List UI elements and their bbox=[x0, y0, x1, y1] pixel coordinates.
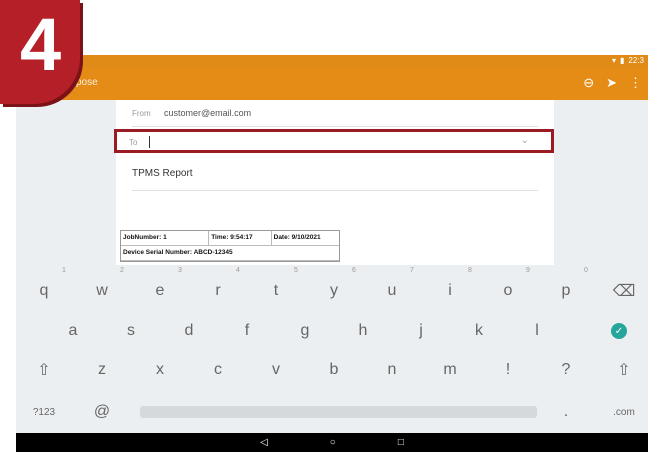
key-question[interactable]: ? bbox=[537, 349, 595, 391]
key-k[interactable]: k bbox=[450, 310, 508, 352]
to-field[interactable]: To ⌄ bbox=[114, 129, 554, 153]
home-icon[interactable]: ○ bbox=[330, 437, 336, 448]
key-d[interactable]: d bbox=[160, 310, 218, 352]
chevron-down-icon[interactable]: ⌄ bbox=[521, 135, 529, 146]
report-table: JobNumber: 1 Time: 9:54:17 Date: 9/10/20… bbox=[120, 230, 340, 262]
key-o[interactable]: o bbox=[479, 270, 537, 312]
symbols-key[interactable]: ?123 bbox=[16, 391, 73, 433]
soft-keyboard: 1 2 3 4 5 6 7 8 9 0 q w e r t y u i o p … bbox=[16, 265, 648, 433]
android-screen: ▾ ▮ 22:3 pose ⊖ ➤ ⋮ From customer@email.… bbox=[16, 55, 648, 452]
shift-right-icon[interactable]: ⇧ bbox=[595, 349, 648, 391]
back-icon[interactable]: ◁ bbox=[260, 437, 268, 448]
send-icon[interactable]: ➤ bbox=[606, 75, 617, 91]
subject-field[interactable]: TPMS Report bbox=[132, 168, 193, 179]
report-date: Date: 9/10/2021 bbox=[273, 234, 321, 241]
subject-row[interactable]: TPMS Report bbox=[132, 160, 538, 191]
battery-icon: ▮ bbox=[620, 56, 625, 65]
key-r[interactable]: r bbox=[189, 270, 247, 312]
report-time: Time: 9:54:17 bbox=[209, 231, 272, 245]
key-period[interactable]: . bbox=[537, 391, 595, 433]
from-value[interactable]: customer@email.com bbox=[164, 108, 251, 118]
key-f[interactable]: f bbox=[218, 310, 276, 352]
attach-icon[interactable]: ⊖ bbox=[583, 75, 594, 91]
device-serial: Device Serial Number: ABCD-12345 bbox=[123, 249, 233, 256]
step-badge: 4 bbox=[0, 0, 80, 104]
key-p[interactable]: p bbox=[537, 270, 595, 312]
text-cursor bbox=[149, 136, 150, 148]
space-bar[interactable] bbox=[140, 406, 537, 418]
key-x[interactable]: x bbox=[131, 349, 189, 391]
backspace-icon[interactable]: ⌫ bbox=[595, 270, 648, 312]
enter-key[interactable]: ✓ bbox=[590, 310, 648, 352]
status-bar: ▾ ▮ 22:3 bbox=[16, 55, 648, 67]
shift-left-icon[interactable]: ⇧ bbox=[16, 349, 73, 391]
key-l[interactable]: l bbox=[508, 310, 566, 352]
key-exclamation[interactable]: ! bbox=[479, 349, 537, 391]
key-y[interactable]: y bbox=[305, 270, 363, 312]
job-number: JobNumber: 1 bbox=[121, 231, 210, 245]
key-s[interactable]: s bbox=[102, 310, 160, 352]
key-c[interactable]: c bbox=[189, 349, 247, 391]
navigation-bar: ◁ ○ □ bbox=[16, 433, 648, 452]
wifi-icon: ▾ bbox=[612, 56, 617, 65]
app-bar: pose ⊖ ➤ ⋮ bbox=[16, 67, 648, 100]
from-row: From customer@email.com bbox=[132, 100, 538, 127]
key-i[interactable]: i bbox=[421, 270, 479, 312]
from-label: From bbox=[132, 109, 151, 118]
key-n[interactable]: n bbox=[363, 349, 421, 391]
compose-title: pose bbox=[76, 77, 98, 88]
compose-form: From customer@email.com To ⌄ TPMS Report… bbox=[114, 100, 554, 265]
key-v[interactable]: v bbox=[247, 349, 305, 391]
key-w[interactable]: w bbox=[73, 270, 131, 312]
dotcom-key[interactable]: .com bbox=[595, 391, 648, 433]
key-q[interactable]: q bbox=[16, 270, 73, 312]
key-m[interactable]: m bbox=[421, 349, 479, 391]
key-at[interactable]: @ bbox=[73, 391, 131, 433]
step-number: 4 bbox=[20, 3, 62, 86]
key-a[interactable]: a bbox=[44, 310, 102, 352]
key-h[interactable]: h bbox=[334, 310, 392, 352]
status-time: 22:3 bbox=[628, 56, 644, 65]
more-icon[interactable]: ⋮ bbox=[629, 75, 642, 91]
key-j[interactable]: j bbox=[392, 310, 450, 352]
to-label: To bbox=[129, 138, 138, 147]
checkmark-icon: ✓ bbox=[611, 323, 627, 339]
key-t[interactable]: t bbox=[247, 270, 305, 312]
key-b[interactable]: b bbox=[305, 349, 363, 391]
key-g[interactable]: g bbox=[276, 310, 334, 352]
key-u[interactable]: u bbox=[363, 270, 421, 312]
recents-icon[interactable]: □ bbox=[398, 437, 404, 448]
key-e[interactable]: e bbox=[131, 270, 189, 312]
key-z[interactable]: z bbox=[73, 349, 131, 391]
